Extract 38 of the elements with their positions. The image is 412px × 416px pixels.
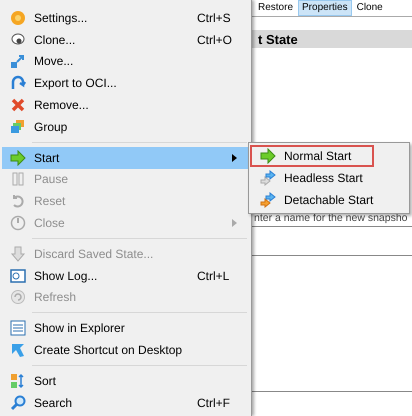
search-icon [10,394,26,411]
section-header: t State [250,30,412,48]
menu-item[interactable]: Show in Explorer [2,317,249,340]
refresh-icon [10,289,26,306]
arrow-right-icon [260,148,276,164]
menu-item[interactable]: Group [2,116,249,138]
menu-item[interactable]: Show Log... Ctrl+L [2,264,249,287]
submenu-item[interactable]: Headless Start [250,167,408,189]
log-icon [10,268,26,284]
shortcut-arrow-icon [10,342,26,358]
tab[interactable]: Properties [298,0,352,16]
reset-icon [10,193,26,210]
double-arrow-icon [260,170,276,186]
power-icon [10,215,26,232]
pause-icon [10,171,26,188]
list-window-icon [10,320,26,336]
remove-icon [10,97,26,114]
move-icon [10,53,26,70]
gear-icon [10,10,26,26]
submenu-item[interactable]: Detachable Start [250,189,408,211]
submenu-item[interactable]: Normal Start [250,145,374,167]
menu-item[interactable]: Remove... [2,94,249,116]
menu-item[interactable]: Sort [2,370,249,392]
sort-icon [10,372,26,389]
arrow-right-icon [10,150,26,166]
menu-item[interactable]: Move... [2,50,249,72]
tab[interactable]: Clone [352,0,387,16]
menu-item[interactable]: Clone... Ctrl+O [2,28,249,51]
double-arrow-icon [260,192,276,208]
tab[interactable]: Restore [254,0,298,16]
menu-item[interactable]: Start [2,146,249,169]
menu-item[interactable]: Export to OCI... [2,72,249,94]
arrow-down-icon [10,246,26,262]
group-icon [10,118,26,135]
menu-item[interactable]: Search Ctrl+F [2,392,249,414]
menu-item[interactable]: Create Shortcut on Desktop [2,339,249,361]
export-icon [10,75,26,92]
menu-item[interactable]: Settings... Ctrl+S [2,7,249,29]
